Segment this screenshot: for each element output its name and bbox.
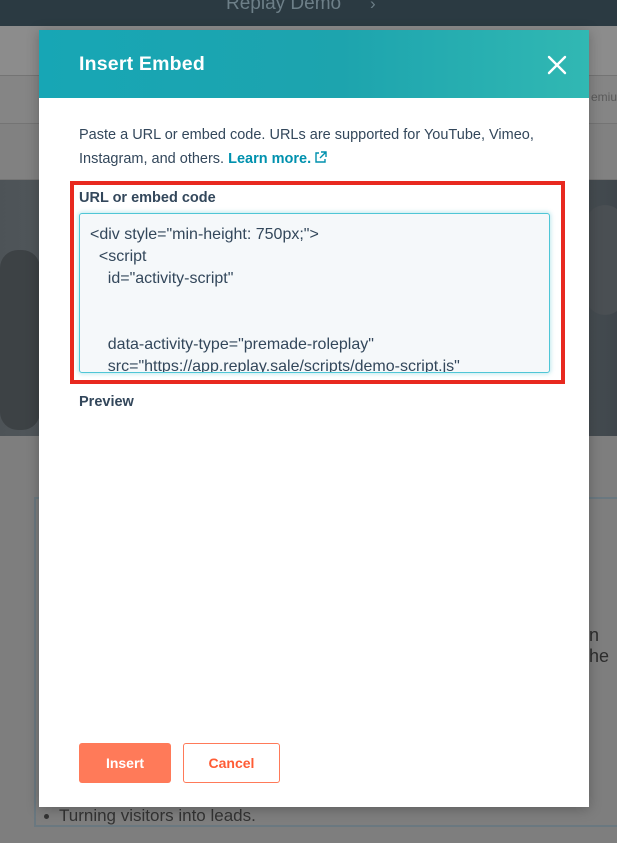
dialog-header: Insert Embed xyxy=(39,30,589,98)
hero-person-right xyxy=(585,205,617,315)
hero-person-left xyxy=(0,250,40,430)
dialog-title: Insert Embed xyxy=(79,53,205,75)
cancel-button[interactable]: Cancel xyxy=(183,743,280,783)
app-title: Replay Demo xyxy=(226,0,342,14)
app-top-bar: Replay Demo › xyxy=(0,0,617,26)
code-line: data-activity-type="premade-roleplay" xyxy=(90,336,374,353)
embed-code-label: URL or embed code xyxy=(79,190,216,206)
close-icon xyxy=(547,55,567,75)
preview-label: Preview xyxy=(79,394,134,410)
code-line: src="https://app.replay.sale/scripts/dem… xyxy=(90,358,460,373)
code-line: id="activity-script" xyxy=(90,270,234,287)
body-text-fragment: n he xyxy=(589,625,610,666)
external-link-icon xyxy=(314,148,327,172)
list-item: Turning visitors into leads. xyxy=(44,806,256,826)
bullet xyxy=(44,814,49,820)
code-line: <div style="min-height: 750px;"> xyxy=(90,226,319,243)
embed-code-content: <div style="min-height: 750px;"> <script… xyxy=(90,224,540,373)
list-item-text: Turning visitors into leads. xyxy=(59,806,256,825)
embed-code-textarea[interactable]: <div style="min-height: 750px;"> <script… xyxy=(79,213,550,373)
insert-button[interactable]: Insert xyxy=(79,743,171,783)
code-line: <script xyxy=(90,248,147,265)
premium-label: emiu xyxy=(591,90,617,104)
close-button[interactable] xyxy=(543,51,571,79)
chevron-right-icon: › xyxy=(370,0,376,13)
learn-more-text: Learn more. xyxy=(228,151,312,167)
insert-embed-dialog: Insert Embed Paste a URL or embed code. … xyxy=(39,30,589,807)
dialog-description: Paste a URL or embed code. URLs are supp… xyxy=(79,123,559,172)
learn-more-link[interactable]: Learn more. xyxy=(228,151,327,167)
